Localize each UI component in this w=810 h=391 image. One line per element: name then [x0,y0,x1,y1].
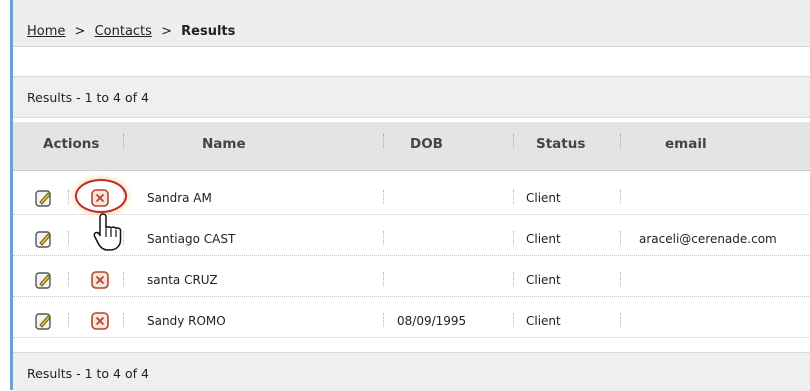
cell-divider [513,190,514,204]
delete-icon[interactable] [90,270,110,290]
contact-status: Client [526,191,561,205]
contact-status: Client [526,314,561,328]
contact-name[interactable]: Santiago CAST [147,232,235,246]
cell-divider [68,190,69,204]
breadcrumb-contacts-link[interactable]: Contacts [95,24,152,39]
edit-icon[interactable] [34,188,54,208]
column-header-status[interactable]: Status [536,136,585,152]
cell-divider [68,272,69,286]
contact-dob: 08/09/1995 [397,314,467,328]
highlight-ring [75,179,127,213]
delete-icon[interactable] [90,311,110,331]
cell-divider [513,231,514,245]
table-row: Sandy ROMO 08/09/1995 Client [13,305,810,338]
cell-divider [620,190,621,204]
cell-divider [123,272,124,286]
table-row: Sandra AM Client [13,182,810,215]
column-divider [620,134,621,148]
column-header-dob[interactable]: DOB [410,136,443,152]
cell-divider [383,272,384,286]
results-count-text: Results - 1 to 4 of 4 [27,366,149,381]
breadcrumb-current: Results [181,24,236,39]
cell-divider [620,313,621,327]
column-header-name[interactable]: Name [202,136,246,152]
table-row: Santiago CAST Client araceli@cerenade.co… [13,223,810,256]
column-header-actions: Actions [43,136,100,152]
breadcrumb: Home > Contacts > Results [13,0,810,47]
column-header-email[interactable]: email [665,136,707,152]
contact-name[interactable]: Sandy ROMO [147,314,226,328]
edit-icon[interactable] [34,229,54,249]
contact-name[interactable]: santa CRUZ [147,273,218,287]
table-row: santa CRUZ Client [13,264,810,297]
cell-divider [513,313,514,327]
cell-divider [620,231,621,245]
column-divider [123,134,124,148]
contact-name[interactable]: Sandra AM [147,191,212,205]
contact-email[interactable]: araceli@cerenade.com [639,232,777,246]
cell-divider [383,231,384,245]
edit-icon[interactable] [34,311,54,331]
results-summary-bottom: Results - 1 to 4 of 4 [13,352,810,391]
results-panel: Home > Contacts > Results Results - 1 to… [10,0,810,391]
cell-divider [383,313,384,327]
cell-divider [68,313,69,327]
breadcrumb-home-link[interactable]: Home [27,24,65,39]
edit-icon[interactable] [34,270,54,290]
column-divider [513,134,514,148]
results-summary-top: Results - 1 to 4 of 4 [13,76,810,118]
hand-pointer-icon [92,212,126,256]
spacer [13,47,810,73]
cell-divider [620,272,621,286]
contact-status: Client [526,232,561,246]
cell-divider [68,231,69,245]
cell-divider [123,313,124,327]
results-count-text: Results - 1 to 4 of 4 [27,90,149,105]
cell-divider [383,190,384,204]
column-divider [383,134,384,148]
breadcrumb-separator: > [74,24,86,39]
contact-status: Client [526,273,561,287]
breadcrumb-separator: > [161,24,172,39]
cell-divider [513,272,514,286]
table-header: Actions Name DOB Status email [13,122,810,171]
